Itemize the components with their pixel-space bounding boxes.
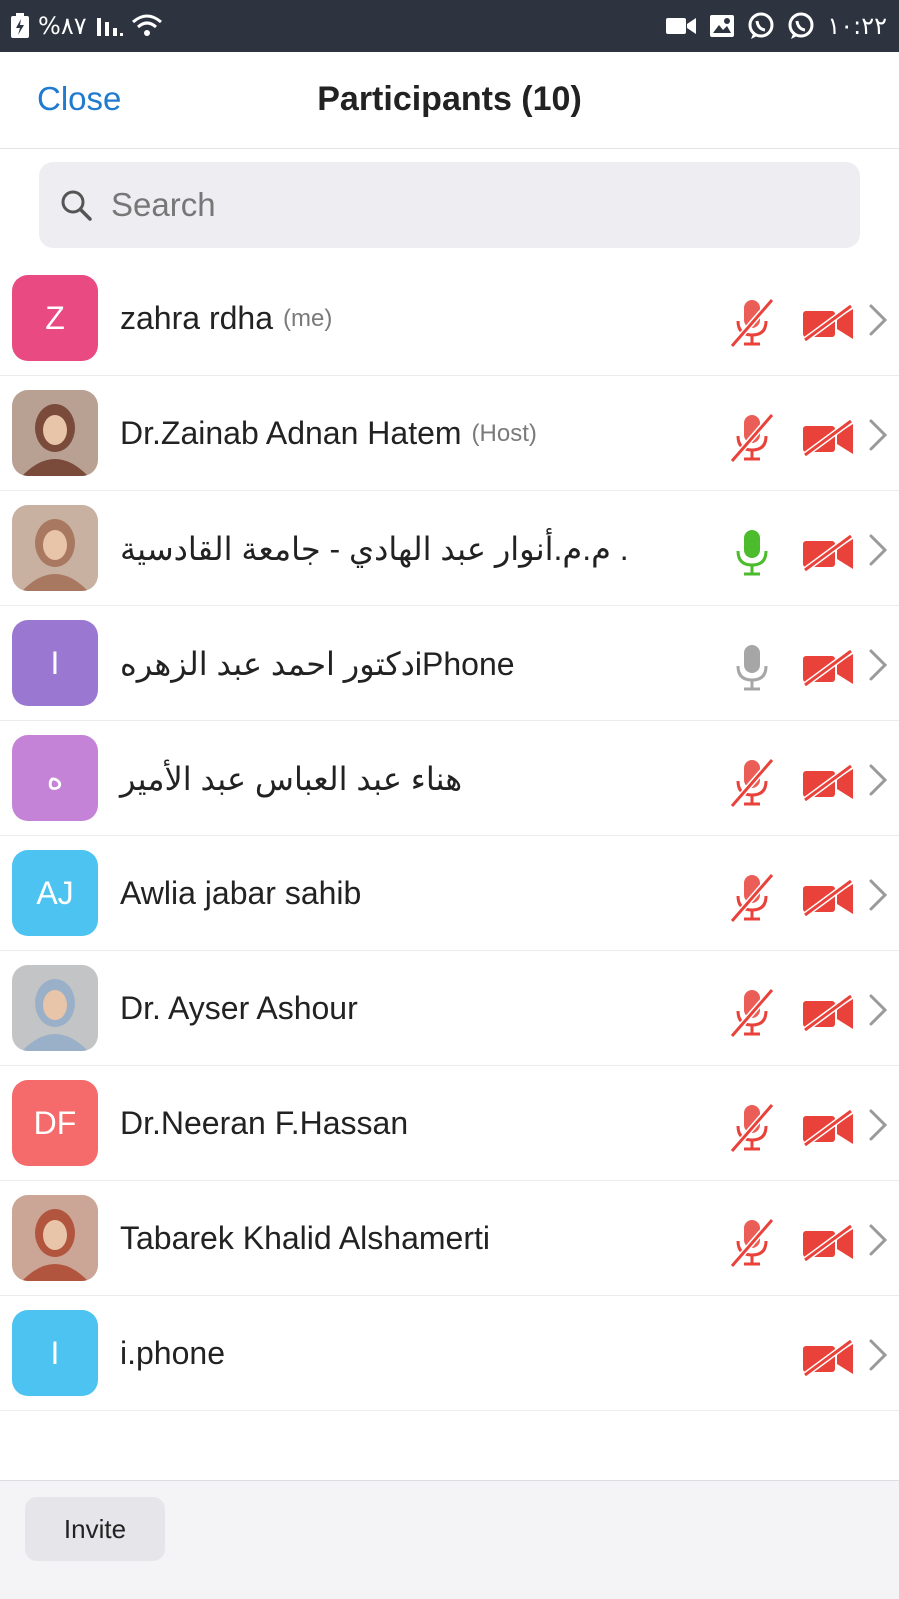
participant-name-wrap: م.م.أنوار عبد الهادي - جامعة القادسية . — [120, 491, 629, 606]
mic-muted-icon[interactable] — [729, 1102, 775, 1153]
participant-name-wrap: هناء عبد العباس عبد الأمير — [120, 721, 462, 836]
mic-muted-icon[interactable] — [729, 297, 775, 348]
participant-row[interactable]: ه هناء عبد العباس عبد الأمير — [0, 721, 899, 836]
chevron-right-icon[interactable] — [868, 303, 888, 337]
participant-list: Zzahra rdha (me) Dr.Zainab Adnan Hatem (Hos… — [0, 261, 899, 1411]
search-bar[interactable] — [39, 162, 860, 248]
participant-row[interactable]: Zzahra rdha (me) — [0, 261, 899, 376]
participant-name: Awlia jabar sahib — [120, 875, 362, 911]
mic-muted-icon[interactable] — [729, 757, 775, 808]
participant-name: دكتور احمد عبد الزهرهiPhone — [120, 645, 515, 682]
clock: ١٠:٢٢ — [827, 12, 887, 40]
video-off-icon[interactable] — [801, 878, 855, 918]
mic-active-icon[interactable] — [730, 527, 774, 577]
participant-name: zahra rdha — [120, 300, 273, 336]
chevron-right-icon[interactable] — [868, 533, 888, 567]
participant-row[interactable]: Dr. Ayser Ashour — [0, 951, 899, 1066]
chevron-right-icon[interactable] — [868, 763, 888, 797]
avatar: ه — [12, 735, 98, 821]
participant-name: i.phone — [120, 1335, 225, 1371]
chevron-right-icon[interactable] — [868, 993, 888, 1027]
participant-row[interactable]: DF Dr.Neeran F.Hassan — [0, 1066, 899, 1181]
video-off-icon[interactable] — [801, 1108, 855, 1148]
chevron-right-icon[interactable] — [868, 1338, 888, 1372]
participant-name-wrap: Dr.Neeran F.Hassan — [120, 1066, 408, 1181]
page-title: Participants (10) — [317, 80, 582, 118]
participant-row[interactable]: Ii.phone — [0, 1296, 899, 1411]
bottom-bar: Invite — [0, 1480, 899, 1599]
gallery-icon — [709, 14, 735, 38]
participant-name-wrap: Tabarek Khalid Alshamerti — [120, 1181, 490, 1296]
participant-name: Dr. Ayser Ashour — [120, 990, 358, 1026]
avatar-photo — [12, 390, 98, 476]
status-left: %٨٧ — [10, 10, 163, 42]
video-call-icon — [665, 15, 697, 37]
video-off-icon[interactable] — [801, 303, 855, 343]
participant-row[interactable]: I دكتور احمد عبد الزهرهiPhone — [0, 606, 899, 721]
video-off-icon[interactable] — [801, 418, 855, 458]
mic-muted-icon[interactable] — [729, 412, 775, 463]
participant-name-wrap: Dr. Ayser Ashour — [120, 951, 358, 1066]
status-bar: %٨٧ ١٠:٢٢ — [0, 0, 899, 52]
search-input[interactable] — [111, 162, 831, 248]
participant-name-wrap: دكتور احمد عبد الزهرهiPhone — [120, 606, 515, 721]
participant-name: Dr.Zainab Adnan Hatem — [120, 415, 462, 451]
participant-row[interactable]: Tabarek Khalid Alshamerti — [0, 1181, 899, 1296]
battery-percent: %٨٧ — [38, 12, 87, 40]
participant-name-wrap: Dr.Zainab Adnan Hatem (Host) — [120, 376, 537, 491]
video-off-icon[interactable] — [801, 763, 855, 803]
viber-icon — [787, 12, 815, 40]
mic-icon[interactable] — [730, 642, 774, 692]
participant-name: Tabarek Khalid Alshamerti — [120, 1220, 490, 1256]
status-right: ١٠:٢٢ — [665, 10, 887, 42]
participant-name-wrap: Awlia jabar sahib — [120, 836, 361, 951]
mic-muted-icon[interactable] — [729, 872, 775, 923]
signal-icon — [95, 14, 123, 38]
participant-row[interactable]: م.م.أنوار عبد الهادي - جامعة القادسية . — [0, 491, 899, 606]
invite-button[interactable]: Invite — [25, 1497, 165, 1561]
participant-row[interactable]: Dr.Zainab Adnan Hatem (Host) — [0, 376, 899, 491]
avatar-photo — [12, 505, 98, 591]
chevron-right-icon[interactable] — [868, 878, 888, 912]
participant-name-wrap: zahra rdha (me) — [120, 261, 332, 376]
avatar: DF — [12, 1080, 98, 1166]
chevron-right-icon[interactable] — [868, 1108, 888, 1142]
avatar-photo — [12, 1195, 98, 1281]
header: Close Participants (10) — [0, 52, 899, 149]
video-off-icon[interactable] — [801, 533, 855, 573]
avatar-photo — [12, 965, 98, 1051]
participant-name: م.م.أنوار عبد الهادي - جامعة القادسية . — [120, 530, 629, 567]
chevron-right-icon[interactable] — [868, 648, 888, 682]
participant-role-tag: (me) — [282, 304, 333, 332]
avatar: AJ — [12, 850, 98, 936]
avatar: I — [12, 620, 98, 706]
participant-name-wrap: i.phone — [120, 1296, 225, 1411]
chevron-right-icon[interactable] — [868, 1223, 888, 1257]
participant-name: هناء عبد العباس عبد الأمير — [120, 760, 463, 797]
mic-muted-icon[interactable] — [729, 1217, 775, 1268]
video-off-icon[interactable] — [801, 1338, 855, 1378]
participant-row[interactable]: AJ Awlia jabar sahib — [0, 836, 899, 951]
charging-icon — [10, 13, 30, 39]
participant-name: Dr.Neeran F.Hassan — [120, 1105, 409, 1141]
search-icon — [59, 188, 93, 222]
viber-icon — [747, 12, 775, 40]
chevron-right-icon[interactable] — [868, 418, 888, 452]
wifi-icon — [131, 14, 163, 38]
video-off-icon[interactable] — [801, 1223, 855, 1263]
avatar: Z — [12, 275, 98, 361]
participant-role-tag: (Host) — [471, 419, 537, 447]
video-off-icon[interactable] — [801, 993, 855, 1033]
mic-muted-icon[interactable] — [729, 987, 775, 1038]
avatar: I — [12, 1310, 98, 1396]
video-off-icon[interactable] — [801, 648, 855, 688]
